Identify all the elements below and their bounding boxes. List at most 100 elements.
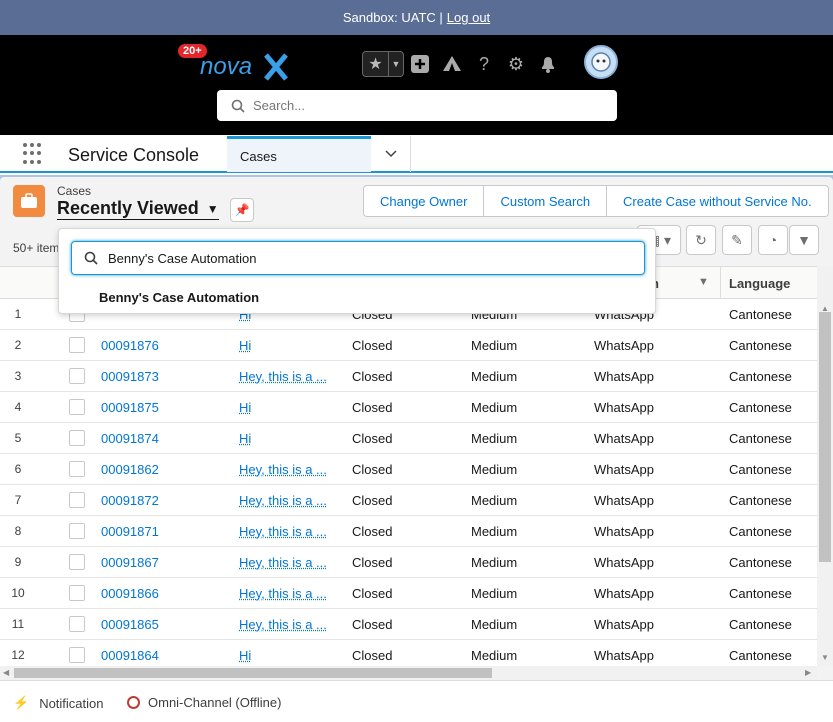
list-view-selector[interactable]: Recently Viewed ▼ <box>57 198 219 220</box>
subject-link[interactable]: Hey, this is a ... <box>239 369 327 384</box>
status-cell: Closed <box>352 586 393 601</box>
vertical-scrollbar[interactable]: ▲ ▼ <box>817 266 833 666</box>
horizontal-scrollbar[interactable]: ◀ ▶ <box>0 666 817 680</box>
action-buttons: Change Owner Custom Search Create Case w… <box>363 185 829 217</box>
row-number: 6 <box>14 462 22 476</box>
subject-link[interactable]: Hey, this is a ... <box>239 493 327 508</box>
tab-cases[interactable]: Cases <box>227 136 371 172</box>
global-search[interactable] <box>217 90 617 121</box>
avatar[interactable] <box>584 45 618 79</box>
chart-icon[interactable]: ◔ <box>758 225 788 255</box>
notification-badge: 20+ <box>178 44 207 58</box>
origin-cell: WhatsApp <box>594 586 654 601</box>
origin-cell: WhatsApp <box>594 493 654 508</box>
subject-link[interactable]: Hi <box>239 648 251 663</box>
case-number-link[interactable]: 00091866 <box>101 586 159 601</box>
subject-link[interactable]: Hey, this is a ... <box>239 555 327 570</box>
row-number: 2 <box>14 338 22 352</box>
table-row: 3 00091873 Hey, this is a ... Closed Medium W… <box>0 361 817 392</box>
case-object-icon <box>13 185 45 217</box>
status-cell: Closed <box>352 338 393 353</box>
create-case-button[interactable]: Create Case without Service No. <box>607 186 828 216</box>
case-number-link[interactable]: 00091875 <box>101 400 159 415</box>
language-header[interactable]: Language <box>720 267 817 299</box>
trailhead-icon[interactable] <box>436 49 468 79</box>
logout-link[interactable]: Log out <box>447 10 490 25</box>
subject-link[interactable]: Hey, this is a ... <box>239 617 327 632</box>
row-checkbox[interactable] <box>69 368 85 384</box>
row-checkbox[interactable] <box>69 616 85 632</box>
filter-icon[interactable]: ▼ <box>789 225 819 255</box>
scroll-right-icon[interactable]: ▶ <box>805 668 811 677</box>
gear-icon[interactable]: ⚙ <box>500 49 532 79</box>
subject-link[interactable]: Hi <box>239 338 251 353</box>
row-checkbox[interactable] <box>69 554 85 570</box>
case-number-link[interactable]: 00091871 <box>101 524 159 539</box>
case-number-link[interactable]: 00091867 <box>101 555 159 570</box>
global-search-input[interactable] <box>253 98 593 113</box>
priority-cell: Medium <box>471 493 518 508</box>
case-number-link[interactable]: 00091862 <box>101 462 159 477</box>
case-number-link[interactable]: 00091872 <box>101 493 159 508</box>
chevron-down-icon: ▼ <box>206 201 219 216</box>
priority-cell: Medium <box>471 617 518 632</box>
case-number-link[interactable]: 00091874 <box>101 431 159 446</box>
origin-cell: WhatsApp <box>594 462 654 477</box>
row-number: 11 <box>11 617 25 631</box>
subject-link[interactable]: Hey, this is a ... <box>239 462 327 477</box>
language-cell: Cantonese <box>729 555 792 570</box>
app-launcher-icon[interactable] <box>23 143 45 165</box>
row-number: 7 <box>14 493 22 507</box>
row-checkbox[interactable] <box>69 399 85 415</box>
omni-channel-utility[interactable]: Omni-Channel (Offline) <box>127 695 281 710</box>
notification-bell-icon[interactable] <box>532 49 564 79</box>
change-owner-button[interactable]: Change Owner <box>364 186 485 216</box>
row-checkbox[interactable] <box>69 430 85 446</box>
subject-link[interactable]: Hey, this is a ... <box>239 586 327 601</box>
priority-cell: Medium <box>471 524 518 539</box>
table-row: 10 00091866 Hey, this is a ... Closed Medium… <box>0 578 817 609</box>
table-row: 5 00091874 Hi Closed Medium WhatsApp Cantonese <box>0 423 817 454</box>
language-cell: Cantonese <box>729 307 792 322</box>
row-checkbox[interactable] <box>69 337 85 353</box>
scroll-thumb[interactable] <box>14 668 492 678</box>
scroll-down-icon[interactable]: ▼ <box>821 653 829 662</box>
custom-search-button[interactable]: Custom Search <box>484 186 608 216</box>
app-name: Service Console <box>68 145 200 165</box>
chevron-down-icon[interactable] <box>371 136 411 172</box>
origin-cell: WhatsApp <box>594 400 654 415</box>
novax-logo: nova <box>200 51 300 81</box>
edit-icon[interactable]: ✎ <box>722 225 752 255</box>
subject-link[interactable]: Hi <box>239 400 251 415</box>
row-checkbox[interactable] <box>69 523 85 539</box>
table-row: 8 00091871 Hey, this is a ... Closed Medium W… <box>0 516 817 547</box>
table-row: 2 00091876 Hi Closed Medium WhatsApp Cantonese <box>0 330 817 361</box>
scroll-thumb[interactable] <box>819 312 831 562</box>
case-number-link[interactable]: 00091873 <box>101 369 159 384</box>
pin-icon[interactable]: 📌 <box>230 198 254 222</box>
row-number: 1 <box>14 307 22 321</box>
case-number-link[interactable]: 00091865 <box>101 617 159 632</box>
refresh-icon[interactable]: ↻ <box>686 225 716 255</box>
row-checkbox[interactable] <box>69 585 85 601</box>
origin-cell: WhatsApp <box>594 555 654 570</box>
row-checkbox[interactable] <box>69 492 85 508</box>
priority-cell: Medium <box>471 648 518 663</box>
list-view-option[interactable]: Benny's Case Automation <box>99 290 259 305</box>
row-checkbox[interactable] <box>69 461 85 477</box>
row-checkbox[interactable] <box>69 647 85 663</box>
list-view-search-input[interactable]: Benny's Case Automation <box>71 241 645 275</box>
subject-link[interactable]: Hey, this is a ... <box>239 524 327 539</box>
add-icon[interactable] <box>404 49 436 79</box>
cases-table: n ▼ Language 1HiClosedMediumWhatsAppCant… <box>0 266 817 666</box>
subject-link[interactable]: Hi <box>239 431 251 446</box>
global-header: nova ★ ▼ ? ⚙ 20+ <box>0 35 833 135</box>
help-icon[interactable]: ? <box>468 49 500 79</box>
notification-utility[interactable]: ⚡ Notification <box>13 695 104 711</box>
chevron-down-icon[interactable]: ▼ <box>698 276 709 288</box>
case-number-link[interactable]: 00091864 <box>101 648 159 663</box>
scroll-left-icon[interactable]: ◀ <box>3 668 9 677</box>
language-cell: Cantonese <box>729 648 792 663</box>
case-number-link[interactable]: 00091876 <box>101 338 159 353</box>
favorites-button[interactable]: ★ ▼ <box>362 51 404 77</box>
